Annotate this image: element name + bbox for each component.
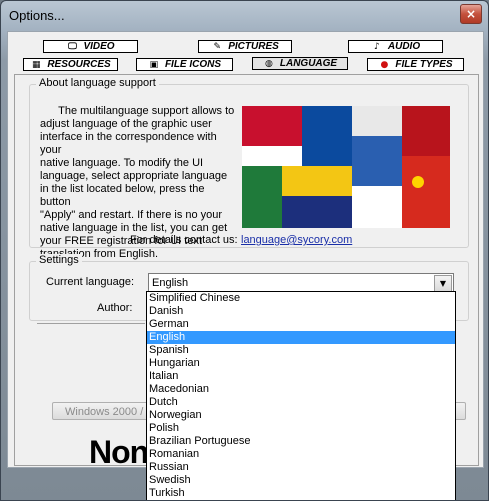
tab-pictures[interactable]: ✎ PICTURES [198, 40, 292, 53]
tab-language[interactable]: ◍ LANGUAGE [252, 57, 348, 70]
about-line: native language. To modify the UI [40, 157, 204, 169]
help-icon: ● [380, 59, 389, 70]
tab-file-types[interactable]: ● FILE TYPES [367, 58, 464, 71]
tab-resources[interactable]: ▦ RESOURCES [23, 58, 118, 71]
dropdown-option[interactable]: Dutch [147, 396, 455, 409]
about-line: "Apply" and restart. If there is no your [40, 209, 223, 221]
dropdown-option-selected[interactable]: English [147, 331, 455, 344]
logo-text: Non [89, 434, 149, 470]
about-group-title: About language support [36, 77, 159, 89]
camera-icon: ✎ [213, 41, 221, 52]
dropdown-option[interactable]: Polish [147, 422, 455, 435]
tab-label: AUDIO [387, 41, 421, 52]
globe-icon: ◍ [264, 58, 273, 69]
about-line: adjust language of the graphic user [40, 118, 212, 130]
dropdown-option[interactable]: Turkish [147, 487, 455, 500]
about-group: About language support The multilanguage… [29, 77, 469, 260]
dropdown-option[interactable]: Brazilian Portuguese [147, 435, 455, 448]
dropdown-option[interactable]: Hungarian [147, 357, 455, 370]
language-select[interactable]: English ▼ [148, 273, 454, 292]
about-line: language, select appropriate language [40, 170, 228, 182]
tab-label: VIDEO [83, 41, 115, 52]
language-dropdown-list[interactable]: Simplified Chinese Danish German English… [146, 291, 456, 500]
dropdown-option[interactable]: German [147, 318, 455, 331]
settings-group-title: Settings [36, 254, 82, 266]
dropdown-option[interactable]: Romanian [147, 448, 455, 461]
dropdown-option[interactable]: Spanish [147, 344, 455, 357]
dropdown-option[interactable]: Macedonian [147, 383, 455, 396]
title-bar[interactable]: Options... × [1, 1, 488, 29]
chevron-down-icon[interactable]: ▼ [434, 275, 452, 292]
flags-image [242, 106, 450, 228]
dropdown-option[interactable]: Danish [147, 305, 455, 318]
about-line: interface in the correspondence with you… [40, 131, 217, 156]
windows-theme-button[interactable]: Windows 2000 / X [52, 402, 156, 420]
dropdown-option[interactable]: Italian [147, 370, 455, 383]
author-label: Author: [97, 302, 133, 314]
language-select-value: English [152, 277, 189, 289]
close-button[interactable]: × [460, 4, 482, 24]
current-language-label: Current language: [46, 276, 135, 288]
window-title: Options... [9, 8, 65, 23]
monitor-icon: 🖵 [68, 41, 77, 52]
dropdown-option[interactable]: Norwegian [147, 409, 455, 422]
about-line: in the list located below, press the but… [40, 183, 205, 208]
speaker-icon: ♪ [374, 41, 380, 52]
contact-label: For details contact us: [130, 234, 238, 246]
tab-audio[interactable]: ♪ AUDIO [348, 40, 443, 53]
tab-file-icons[interactable]: ▣ FILE ICONS [136, 58, 233, 71]
tab-label: FILE TYPES [395, 59, 453, 70]
separator [37, 323, 145, 324]
tab-label: LANGUAGE [279, 58, 338, 69]
options-window: Options... × 🖵 VIDEO ✎ PICTURES ♪ AUDIO … [0, 0, 489, 501]
tab-label: FILE ICONS [164, 59, 222, 70]
tab-video[interactable]: 🖵 VIDEO [43, 40, 138, 53]
contact-email-link[interactable]: language@sycory.com [241, 234, 352, 246]
about-line: The multilanguage support allows to [40, 105, 235, 117]
tab-label: RESOURCES [47, 59, 111, 70]
resources-icon: ▦ [32, 59, 41, 70]
dropdown-option[interactable]: Russian [147, 461, 455, 474]
file-icons-icon: ▣ [149, 59, 159, 70]
dropdown-option[interactable]: Simplified Chinese [147, 292, 455, 305]
tab-label: PICTURES [228, 41, 279, 52]
dropdown-option[interactable]: Swedish [147, 474, 455, 487]
